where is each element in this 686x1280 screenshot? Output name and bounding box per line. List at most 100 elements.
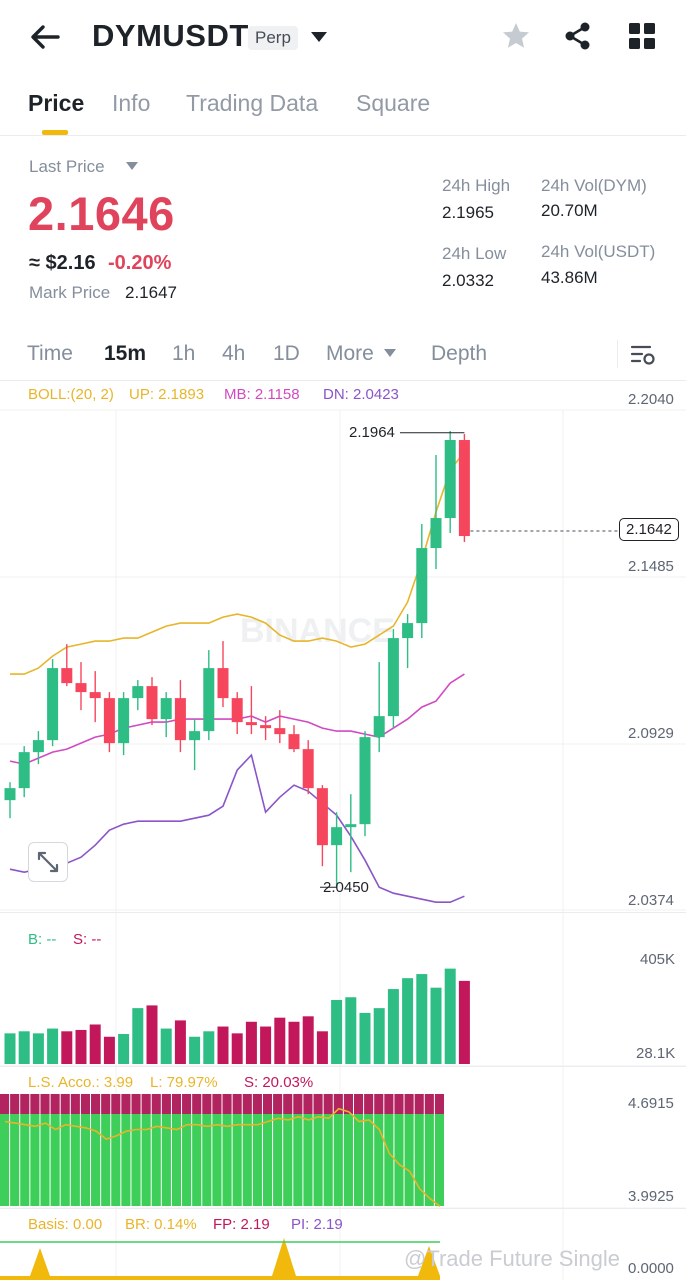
ls-long-bar: [222, 1114, 232, 1206]
ls-long-bar: [313, 1114, 323, 1206]
candle-body: [416, 548, 428, 624]
volume-bar: [288, 1021, 300, 1064]
ls-short-bar: [303, 1094, 313, 1114]
ls-long-bar: [70, 1114, 80, 1206]
volume-bar: [373, 1008, 385, 1064]
candle-body: [402, 623, 414, 639]
volume-bar: [274, 1017, 286, 1064]
ls-short-bar: [222, 1094, 232, 1114]
volume-bar: [18, 1031, 30, 1064]
volume-axis-bottom: 28.1K: [636, 1045, 676, 1062]
ls-short-bar: [131, 1094, 141, 1114]
ls-short-bar: [262, 1094, 273, 1114]
ls-ratio-bars: [0, 1094, 444, 1208]
ls-short-bar: [283, 1094, 293, 1114]
ls-long-bar: [10, 1114, 20, 1206]
candle-body: [118, 698, 130, 744]
price-axis-top: 2.2040: [628, 391, 674, 408]
ls-long-bar: [101, 1114, 111, 1206]
boll-dn-line: [9, 753, 465, 903]
ls-long-bar: [404, 1114, 414, 1206]
ls-short-bar: [182, 1094, 192, 1114]
ls-long-bar: [111, 1114, 121, 1206]
ls-short-bar: [171, 1094, 182, 1114]
ls-long-bar: [91, 1114, 101, 1206]
volume-bar: [302, 1016, 314, 1064]
high-marker-label: 2.1964: [349, 424, 395, 441]
ls-long-bar: [60, 1114, 70, 1206]
candle-body: [189, 731, 201, 741]
candle-body: [32, 740, 44, 753]
separator: [0, 1208, 686, 1209]
ls-long-bar: [252, 1114, 262, 1206]
volume-bar: [387, 989, 399, 1064]
volume-bar: [174, 1020, 186, 1064]
ls-long-bar: [293, 1114, 303, 1206]
candle-body: [174, 698, 186, 741]
volume-bar: [217, 1026, 229, 1064]
ls-short-bar: [424, 1094, 434, 1114]
ls-long-bar: [323, 1114, 333, 1206]
volume-bar: [245, 1021, 257, 1064]
volume-bar: [189, 1036, 201, 1064]
ls-long-bar: [121, 1114, 131, 1206]
volume-bar: [103, 1036, 115, 1064]
candle-body: [61, 668, 73, 684]
ls-short-bar: [192, 1094, 202, 1114]
candle-body: [18, 752, 30, 789]
ls-long-bar: [424, 1114, 434, 1206]
ls-long-bar: [374, 1114, 384, 1206]
ls-long-bar: [212, 1114, 222, 1206]
ls-short-bar: [364, 1094, 374, 1114]
br-label: BR: 0.14%: [125, 1216, 197, 1233]
ls-short-bar: [101, 1094, 111, 1114]
ls-long-bar: [353, 1114, 364, 1206]
ls-short-bar: [20, 1094, 30, 1114]
candle-body: [47, 668, 59, 741]
candle-body: [103, 698, 115, 744]
separator: [0, 1066, 686, 1067]
volume-bar: [160, 1028, 172, 1064]
price-axis-bottom: 2.0374: [628, 892, 674, 909]
ls-long-bar: [141, 1114, 151, 1206]
ls-short-label: S: 20.03%: [244, 1074, 314, 1091]
candles: [4, 431, 470, 888]
basis-area: [0, 1238, 440, 1280]
candle-body: [444, 440, 456, 519]
ls-long-bar: [242, 1114, 252, 1206]
fullscreen-button[interactable]: [28, 842, 68, 882]
ls-long-bar: [364, 1114, 374, 1206]
volume-bar: [47, 1028, 59, 1064]
ls-short-bar: [404, 1094, 414, 1114]
low-marker-label: 2.0450: [323, 879, 369, 896]
ls-axis-top: 4.6915: [628, 1095, 674, 1112]
candle-body: [260, 725, 272, 729]
ls-long-bar: [192, 1114, 202, 1206]
candle-body: [359, 737, 371, 825]
binance-watermark: BINANCE: [240, 612, 395, 650]
ls-short-bar: [50, 1094, 60, 1114]
volume-bar: [231, 1033, 243, 1064]
basis-axis-bottom: 0.0000: [628, 1260, 674, 1277]
candle-body: [430, 518, 442, 549]
candle-body: [203, 668, 215, 732]
ls-short-bar: [384, 1094, 394, 1114]
ls-short-bar: [434, 1094, 444, 1114]
candle-body: [217, 668, 229, 699]
candle-body: [75, 683, 87, 693]
price-axis-2: 2.1485: [628, 558, 674, 575]
ls-long-bar: [131, 1114, 141, 1206]
candle-body: [160, 698, 172, 720]
ls-axis-bottom: 3.9925: [628, 1188, 674, 1205]
ls-short-bar: [161, 1094, 171, 1114]
pi-label: PI: 2.19: [291, 1216, 343, 1233]
candle-body: [245, 722, 257, 726]
vol-s-label: S: --: [73, 931, 102, 948]
candle-body: [373, 716, 385, 738]
volume-bars: [4, 968, 470, 1064]
ls-short-bar: [121, 1094, 131, 1114]
candle-body: [458, 440, 470, 537]
ls-short-bar: [141, 1094, 151, 1114]
volume-bar: [75, 1029, 87, 1064]
ls-long-label: L: 79.97%: [150, 1074, 218, 1091]
